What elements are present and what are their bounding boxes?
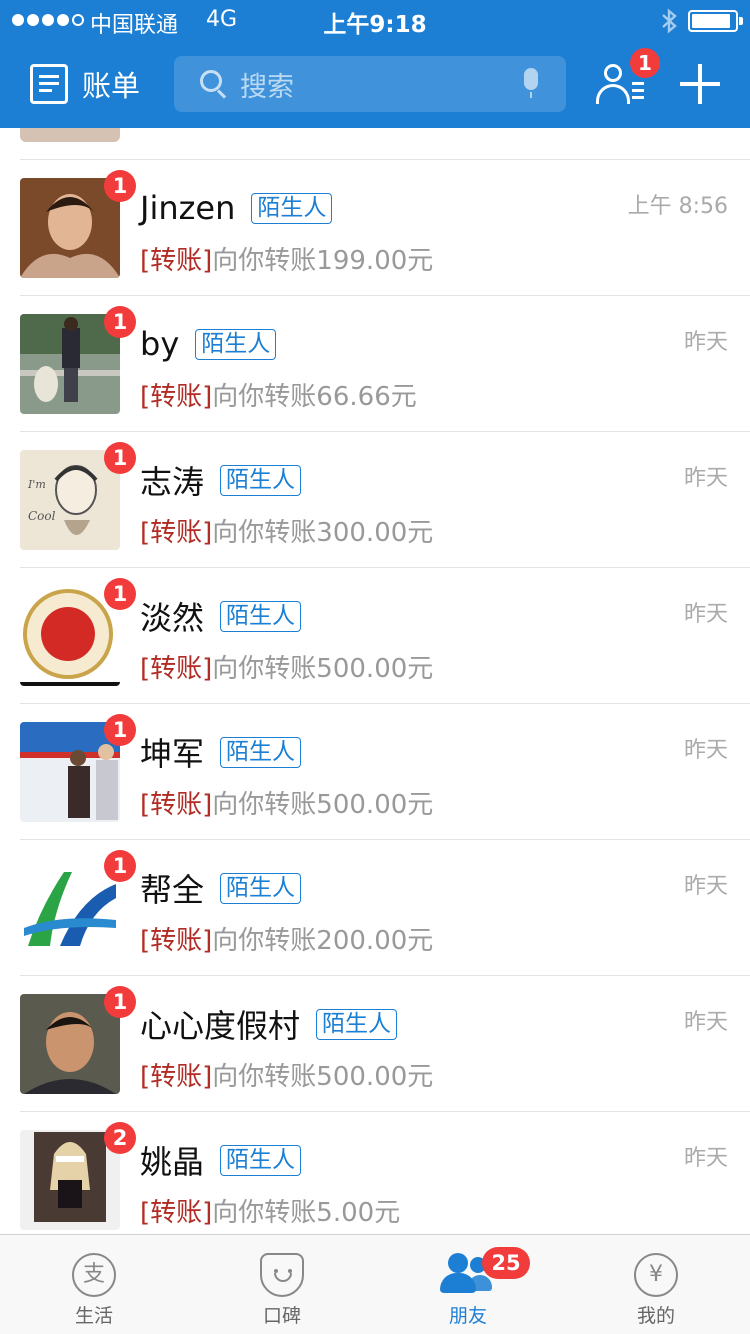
contact-name: Jinzen (140, 189, 236, 227)
list-item[interactable]: 1 坤军 陌生人 [转账]向你转账500.00元 昨天 (0, 704, 750, 840)
contact-name: 姚晶 (140, 1143, 205, 1181)
message-type: [转账] (140, 654, 213, 684)
contacts-badge: 1 (630, 48, 660, 78)
top-bar: 中国联通 4G 上午9:18 账单 搜索 1 (0, 0, 750, 128)
unread-badge: 1 (104, 714, 136, 746)
message-preview: [转账]向你转账300.00元 (140, 512, 433, 549)
wallet-icon: ¥ (634, 1253, 678, 1297)
message-type: [转账] (140, 518, 213, 548)
message-preview: [转账]向你转账66.66元 (140, 376, 417, 413)
message-time: 昨天 (683, 466, 728, 491)
tab-bar: 支 生活 口碑 朋友 25 ¥ 我的 (0, 1234, 750, 1334)
message-preview: [转账]向你转账199.00元 (140, 240, 433, 277)
status-bar: 中国联通 4G 上午9:18 (0, 0, 750, 40)
stranger-tag: 陌生人 (220, 464, 302, 496)
message-time: 昨天 (683, 602, 728, 627)
svg-text:I'm: I'm (27, 478, 46, 491)
contact-name: 志涛 (140, 463, 205, 501)
tab-label: 生活 (74, 1305, 113, 1327)
list-item[interactable]: I'm Cool 1 志涛 陌生人 [转账]向你转账300.00元 昨天 (0, 432, 750, 568)
bill-icon (30, 64, 68, 104)
battery-icon (688, 10, 743, 32)
message-text: 向你转账199.00元 (212, 246, 434, 276)
contact-name: 帮全 (140, 871, 205, 909)
contact-name: 坤军 (140, 735, 205, 773)
stranger-tag: 陌生人 (220, 872, 302, 904)
stranger-tag: 陌生人 (195, 328, 277, 360)
tab-label: 我的 (636, 1305, 675, 1327)
tab-label: 口碑 (262, 1305, 301, 1327)
message-time: 昨天 (683, 738, 728, 763)
list-item[interactable]: 1 帮全 陌生人 [转账]向你转账200.00元 昨天 (0, 840, 750, 976)
message-type: [转账] (140, 246, 213, 276)
contact-name: 心心度假村 (140, 1007, 301, 1045)
svg-text:Cool: Cool (28, 509, 56, 523)
unread-badge: 1 (104, 170, 136, 202)
tab-label: 朋友 (448, 1305, 487, 1327)
message-time: 昨天 (683, 1146, 728, 1171)
contact-name: by (140, 325, 180, 363)
message-type: [转账] (140, 926, 213, 956)
message-text: 向你转账66.66元 (212, 382, 417, 412)
contacts-icon (604, 64, 622, 82)
nav-bar: 账单 搜索 1 (0, 40, 750, 128)
tab-koubei[interactable]: 口碑 (212, 1235, 352, 1334)
koubei-icon (260, 1253, 304, 1297)
status-time: 上午9:18 (323, 12, 427, 38)
search-placeholder: 搜索 (240, 71, 294, 103)
message-text: 向你转账500.00元 (212, 654, 434, 684)
message-preview: [转账]向你转账5.00元 (140, 1192, 400, 1229)
bluetooth-icon (660, 8, 678, 40)
avatar-partial (20, 128, 120, 142)
stranger-tag: 陌生人 (220, 1144, 302, 1176)
search-input[interactable]: 搜索 (174, 56, 566, 112)
list-item[interactable]: 1 Jinzen 陌生人 [转账]向你转账199.00元 上午 8:56 (0, 160, 750, 296)
message-preview: [转账]向你转账500.00元 (140, 1056, 433, 1093)
message-preview: [转账]向你转账500.00元 (140, 648, 433, 685)
unread-badge: 2 (104, 1122, 136, 1154)
unread-badge: 1 (104, 442, 136, 474)
stranger-tag: 陌生人 (316, 1008, 398, 1040)
unread-badge: 1 (104, 578, 136, 610)
tab-mine[interactable]: ¥ 我的 (586, 1235, 726, 1334)
message-time: 昨天 (683, 874, 728, 899)
microphone-icon[interactable] (522, 68, 540, 100)
unread-badge: 1 (104, 850, 136, 882)
bill-button[interactable]: 账单 (30, 62, 140, 106)
message-time: 昨天 (683, 330, 728, 355)
message-preview: [转账]向你转账200.00元 (140, 920, 433, 957)
message-text: 向你转账500.00元 (212, 790, 434, 820)
list-item[interactable]: 2 姚晶 陌生人 [转账]向你转账5.00元 昨天 (0, 1112, 750, 1234)
message-text: 向你转账500.00元 (212, 1062, 434, 1092)
add-button[interactable] (680, 64, 720, 104)
life-icon: 支 (72, 1253, 116, 1297)
friends-badge: 25 (482, 1247, 530, 1279)
stranger-tag: 陌生人 (220, 736, 302, 768)
message-type: [转账] (140, 382, 213, 412)
message-time: 上午 8:56 (627, 194, 728, 219)
contact-name: 淡然 (140, 599, 205, 637)
bill-label: 账单 (82, 69, 141, 103)
message-text: 向你转账300.00元 (212, 518, 434, 548)
message-time: 昨天 (683, 1010, 728, 1035)
message-text: 向你转账200.00元 (212, 926, 434, 956)
unread-badge: 1 (104, 306, 136, 338)
message-type: [转账] (140, 790, 213, 820)
search-icon (200, 70, 228, 99)
list-item[interactable]: 1 by 陌生人 [转账]向你转账66.66元 昨天 (0, 296, 750, 432)
stranger-tag: 陌生人 (220, 600, 302, 632)
alipay-friends-screen: 中国联通 4G 上午9:18 账单 搜索 1 1 Jinzen 陌生人 [转账]… (0, 0, 750, 1334)
tab-life[interactable]: 支 生活 (24, 1235, 164, 1334)
message-type: [转账] (140, 1198, 213, 1228)
message-preview: [转账]向你转账500.00元 (140, 784, 433, 821)
message-list[interactable]: 1 Jinzen 陌生人 [转账]向你转账199.00元 上午 8:56 1 b… (0, 128, 750, 1234)
list-item[interactable]: 1 淡然 陌生人 [转账]向你转账500.00元 昨天 (0, 568, 750, 704)
message-text: 向你转账5.00元 (212, 1198, 401, 1228)
stranger-tag: 陌生人 (251, 192, 333, 224)
message-type: [转账] (140, 1062, 213, 1092)
list-item[interactable]: 1 心心度假村 陌生人 [转账]向你转账500.00元 昨天 (0, 976, 750, 1112)
unread-badge: 1 (104, 986, 136, 1018)
